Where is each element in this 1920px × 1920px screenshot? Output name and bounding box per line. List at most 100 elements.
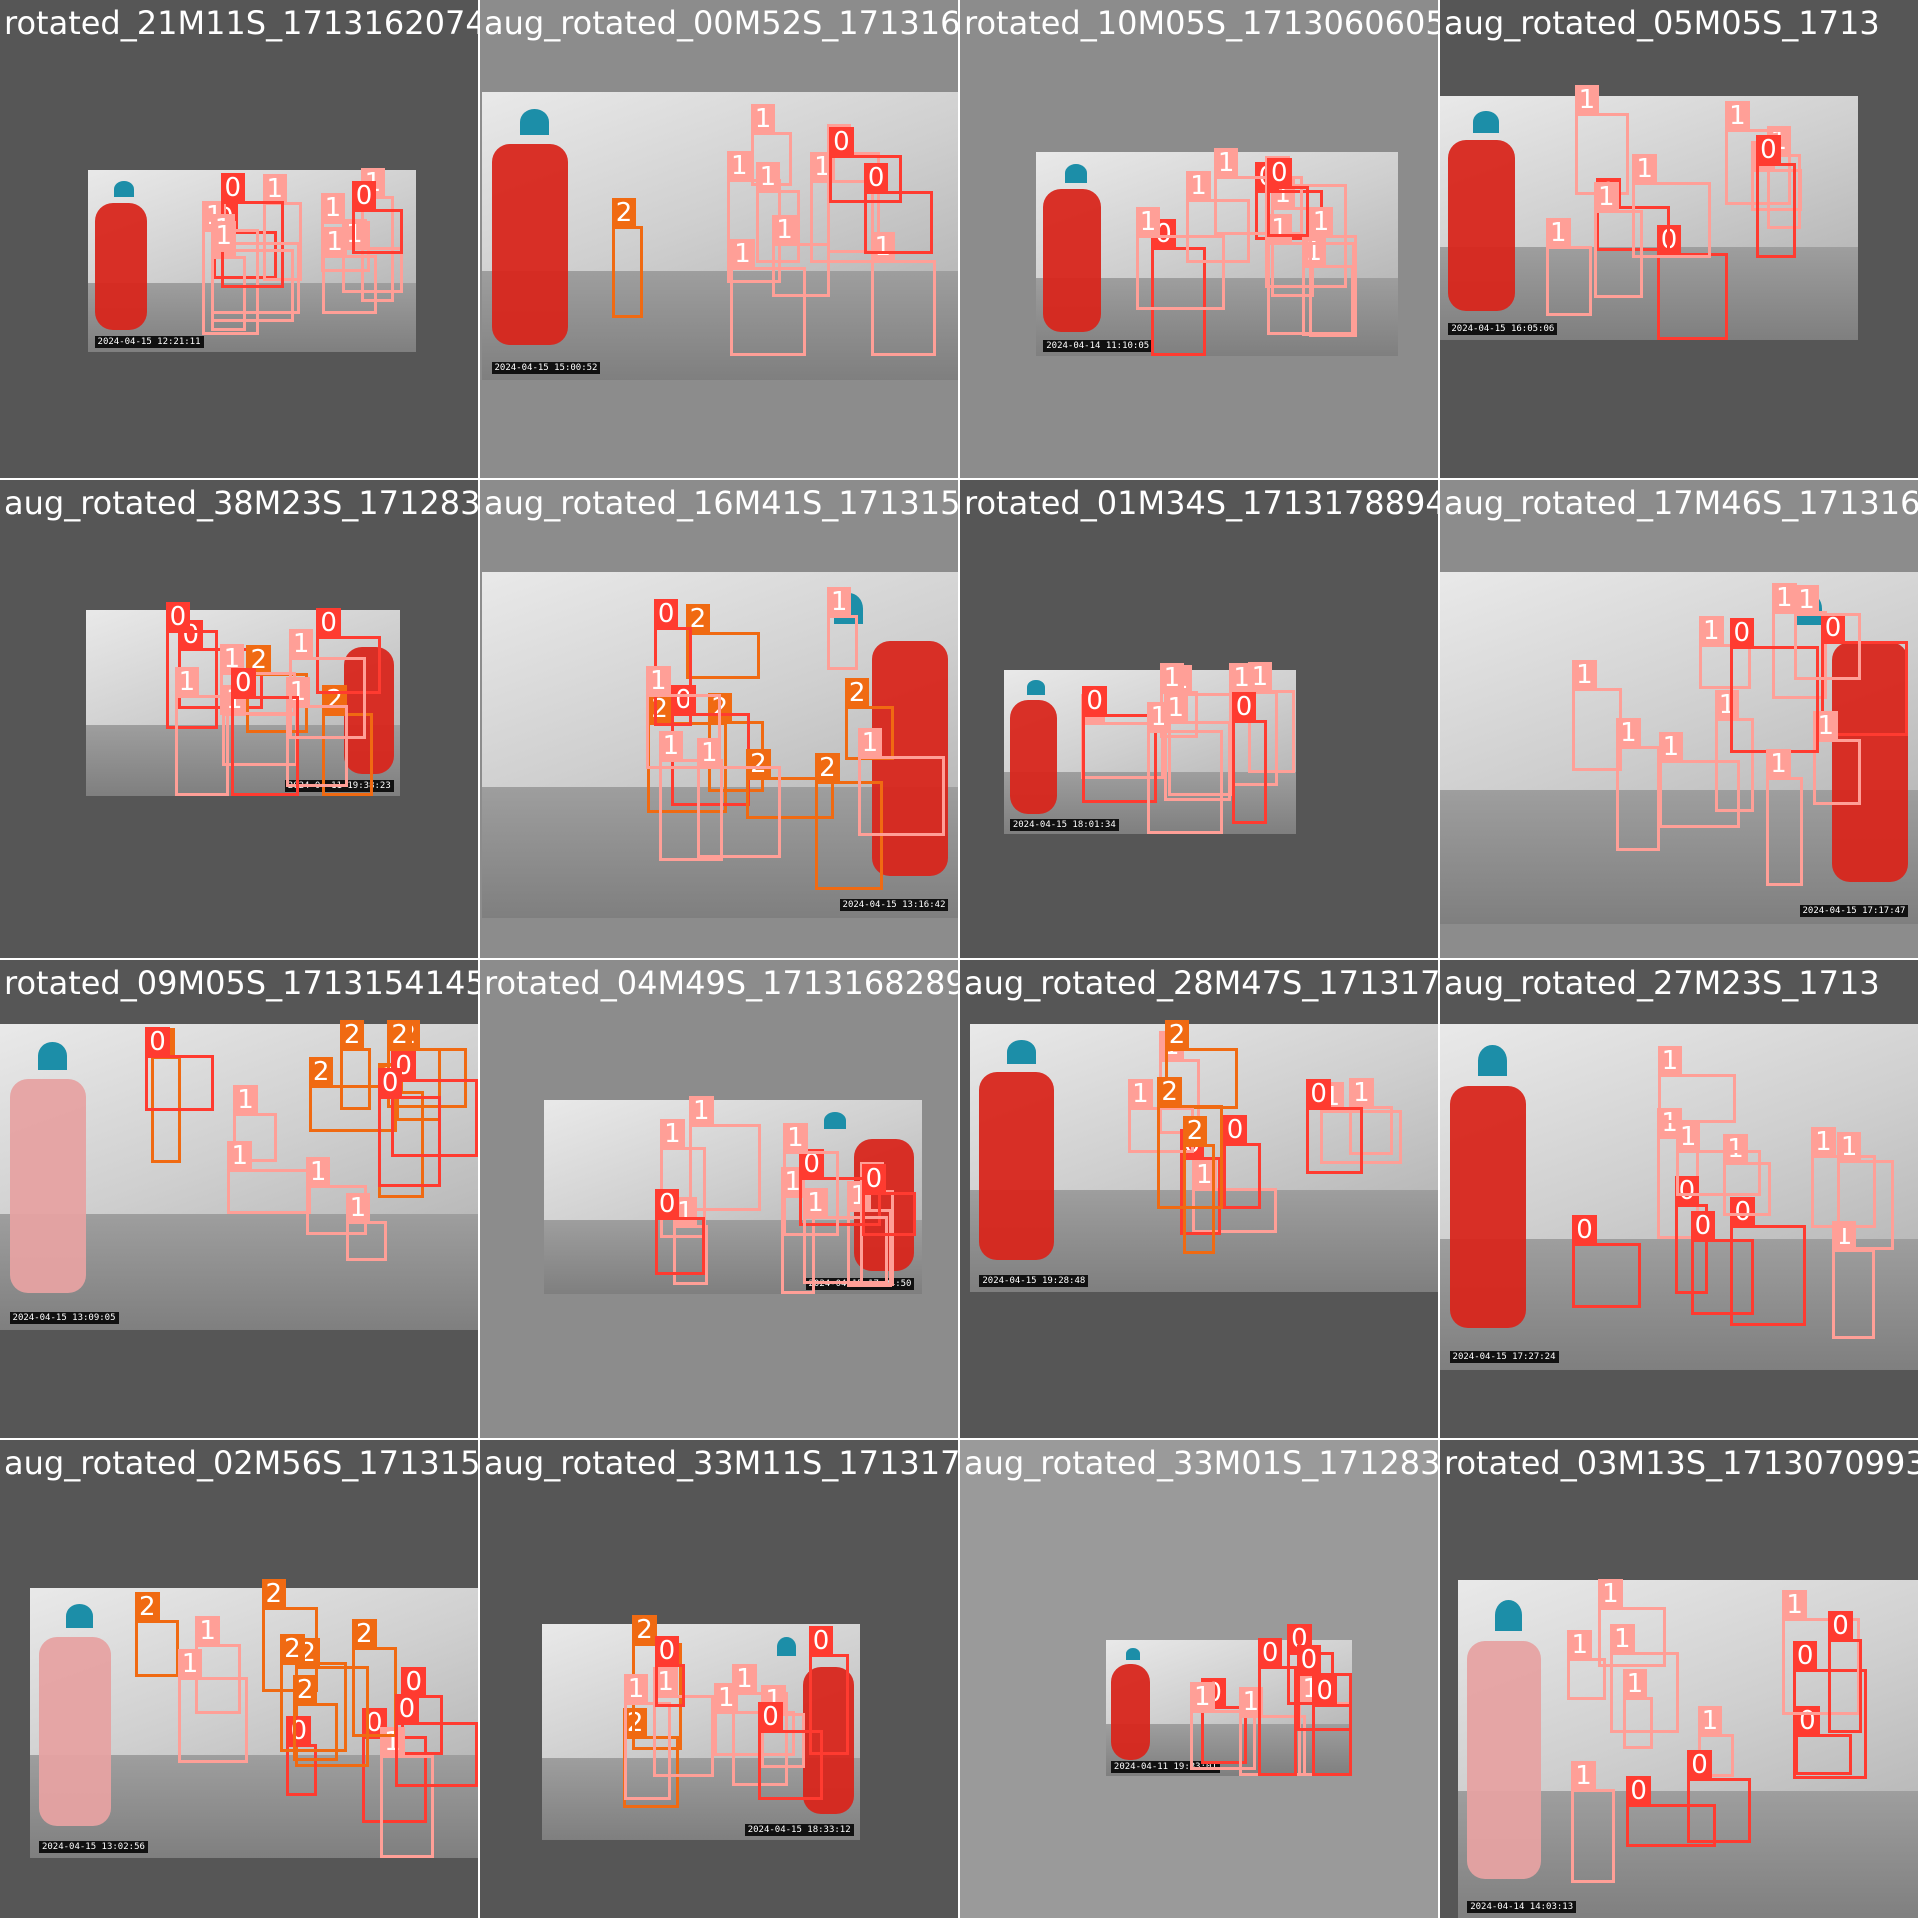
wall-logo-graphic <box>1043 188 1102 332</box>
class-label: 0 <box>1296 1645 1322 1676</box>
class-label: 1 <box>1675 1122 1701 1153</box>
class-label: 2 <box>387 1020 412 1051</box>
bounding-box <box>623 1702 672 1800</box>
class-label: 1 <box>320 193 346 224</box>
tile-filename-caption: aug_rotated_17M46S_1713169066.png <box>1444 484 1918 522</box>
class-label: 0 <box>861 1164 887 1195</box>
class-label: 1 <box>1658 732 1684 763</box>
timestamp-overlay: 2024-04-14 11:10:05 <box>1043 339 1153 352</box>
mosaic-tile: 2024-04-15 12:21:11011111101101rotated_2… <box>0 0 478 478</box>
bounding-box <box>863 190 934 254</box>
batch-mosaic: 2024-04-15 12:21:11011111101101rotated_2… <box>0 0 1920 1920</box>
bounding-box <box>1766 776 1804 887</box>
bounding-box <box>1222 1142 1262 1209</box>
mosaic-tile: 2024-04-15 19:28:4810112101220aug_rotate… <box>960 960 1438 1438</box>
bounding-box <box>1794 612 1862 680</box>
mosaic-tile: 2024-04-15 18:01:34111011011rotated_01M3… <box>960 480 1438 958</box>
class-label: 0 <box>316 608 341 639</box>
mosaic-tile: 2024-04-11 19:33:0101010100aug_rotated_3… <box>960 1440 1438 1918</box>
mosaic-tile: 2024-04-15 17:04:5011110110110rotated_04… <box>480 960 958 1438</box>
tile-filename-caption: aug_rotated_16M41S_1713154601.png <box>484 484 958 522</box>
mosaic-tile: 2024-04-15 13:02:56 0 1 0 1 2 2 2 0 2 2 1 0 2 aug_rota… <box>0 1440 478 1918</box>
class-label: 0 <box>1082 686 1107 717</box>
tile-filename-caption: rotated_09M05S_1713154145.png <box>4 964 478 1002</box>
class-label: 1 <box>623 1674 649 1705</box>
bounding-box <box>211 248 295 322</box>
bounding-box <box>1656 253 1729 340</box>
class-label: 1 <box>1594 182 1619 213</box>
timestamp-overlay: 2024-04-15 17:27:24 <box>1449 1351 1559 1364</box>
wall-decoration <box>1027 679 1045 695</box>
bounding-box <box>861 1192 916 1236</box>
bounding-box <box>1632 182 1711 258</box>
class-label: 1 <box>1128 1079 1153 1110</box>
class-label: 1 <box>857 728 883 759</box>
mosaic-tile: 2024-04-15 13:16:42 2 2 2 2 2 1 0 1 1 2 1 0 1 aug_rota… <box>480 480 958 958</box>
class-label: 2 <box>1157 1077 1182 1108</box>
class-label: 1 <box>1657 1045 1683 1076</box>
class-label: 1 <box>262 173 288 204</box>
class-label: 0 <box>401 1666 427 1697</box>
bounding-box <box>377 1095 441 1187</box>
class-label: 1 <box>1616 717 1641 748</box>
class-label: 1 <box>1698 615 1724 646</box>
class-label: 0 <box>758 1701 783 1732</box>
class-label: 1 <box>1571 1760 1596 1791</box>
wall-decoration <box>1007 1040 1036 1065</box>
wall-decoration <box>1125 1648 1141 1661</box>
bounding-box <box>145 1054 214 1112</box>
wall-logo-graphic <box>979 1072 1055 1260</box>
wall-logo-graphic <box>1009 699 1057 815</box>
mosaic-tile: 2024-04-15 17:17:47 1 0 1 1 1 1 1 0 1 1 1 aug_rotate… <box>1440 480 1918 958</box>
bounding-box <box>654 1216 706 1275</box>
wall-decoration <box>1473 110 1499 133</box>
class-label: 1 <box>1610 1624 1635 1655</box>
bounding-box <box>1756 162 1797 259</box>
tile-filename-caption: aug_rotated_27M23S_1713 <box>1444 964 1880 1002</box>
class-label: 0 <box>653 598 679 629</box>
class-label: 0 <box>1756 134 1781 165</box>
class-label: 1 <box>1836 1131 1862 1162</box>
wall-decoration <box>38 1042 67 1070</box>
class-label: 1 <box>1811 1127 1836 1158</box>
class-label: 0 <box>1626 1776 1651 1807</box>
bounding-box <box>134 1619 180 1677</box>
class-label: 0 <box>1222 1114 1248 1145</box>
timestamp-overlay: 2024-04-15 16:05:06 <box>1448 323 1558 336</box>
mosaic-tile: 2024-04-15 17:27:24 0 1 1 1 1 0 1 1 0 1 0 aug_rotate… <box>1440 960 1918 1438</box>
timestamp-overlay: 2024-04-15 12:21:11 <box>94 336 204 349</box>
tile-filename-caption: aug_rotated_28M47S_1713176927.png <box>964 964 1438 1002</box>
bounding-box <box>351 1647 398 1737</box>
mosaic-tile: 2024-04-15 16:05:061011011011aug_rotated… <box>1440 0 1918 478</box>
wall-decoration <box>1494 1600 1523 1631</box>
class-label: 0 <box>145 1026 170 1057</box>
bounding-box <box>611 226 643 318</box>
bounding-box <box>1828 1639 1863 1734</box>
wall-logo-graphic <box>94 202 148 331</box>
wall-logo-graphic <box>1449 1086 1527 1329</box>
wall-decoration <box>114 180 134 198</box>
tile-filename-caption: aug_rotated_00M52S_1713160852.png <box>484 4 958 42</box>
timestamp-overlay: 2024-04-14 14:03:13 <box>1467 1901 1577 1914</box>
bounding-box <box>1616 745 1660 851</box>
timestamp-overlay: 2024-04-15 13:09:05 <box>9 1311 119 1324</box>
timestamp-overlay: 2024-04-15 18:01:34 <box>1009 818 1119 831</box>
bounding-box <box>758 1729 823 1800</box>
class-label: 2 <box>261 1578 287 1609</box>
class-label: 0 <box>1828 1611 1853 1642</box>
bounding-box <box>1306 1107 1364 1175</box>
class-label: 1 <box>1186 171 1211 202</box>
mosaic-tile: 2024-04-14 11:10:0510111011011rotated_10… <box>960 0 1438 478</box>
class-label: 0 <box>654 1636 680 1667</box>
tile-filename-caption: aug_rotated_02M56S_1713150776.png <box>4 1444 478 1482</box>
class-label: 1 <box>1349 1078 1374 1109</box>
bounding-box <box>1657 1073 1737 1123</box>
class-label: 1 <box>211 220 236 251</box>
class-label: 1 <box>730 238 755 269</box>
mosaic-tile: 2024-04-14 14:03:13 1 0 1 0 1 1 0 1 0 1 0 1 rotated_0… <box>1440 1440 1918 1918</box>
class-label: 1 <box>1190 1681 1215 1712</box>
class-label: 1 <box>1771 582 1797 613</box>
class-label: 1 <box>288 628 314 659</box>
bounding-box <box>227 1169 311 1214</box>
class-label: 1 <box>750 104 776 135</box>
